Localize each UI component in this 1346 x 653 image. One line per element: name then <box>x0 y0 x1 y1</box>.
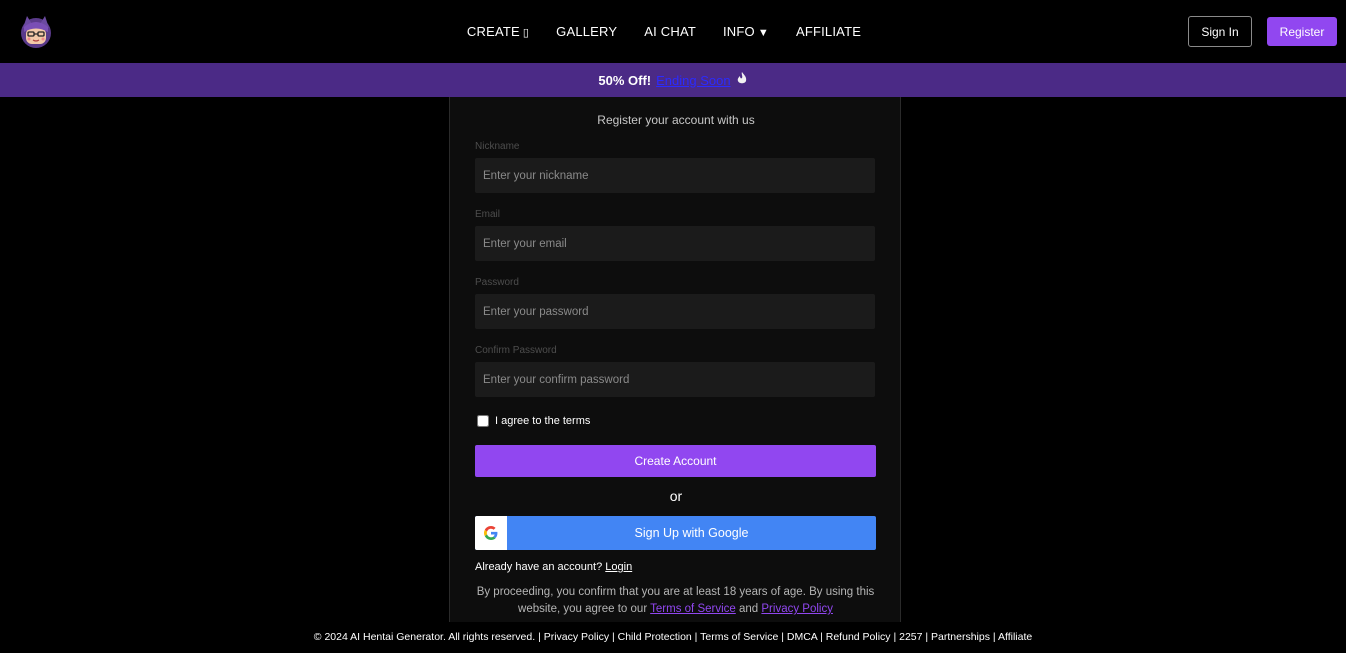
nickname-label: Nickname <box>475 141 520 152</box>
nav-info[interactable]: INFO ▼ <box>723 24 769 39</box>
site-logo-icon[interactable] <box>17 12 55 50</box>
nav-create[interactable]: CREATE ▯ <box>467 24 529 39</box>
register-subtitle: Register your account with us <box>597 113 755 127</box>
disclaimer-and: and <box>739 603 759 615</box>
privacy-policy-link[interactable]: Privacy Policy <box>761 603 833 615</box>
nav-ai-chat[interactable]: AI CHAT <box>644 24 696 39</box>
password-input[interactable] <box>475 294 875 329</box>
age-disclaimer: By proceeding, you confirm that you are … <box>475 584 876 618</box>
terms-row: I agree to the terms <box>477 415 590 427</box>
login-link[interactable]: Login <box>605 561 632 573</box>
fire-icon <box>736 72 748 88</box>
google-logo-icon <box>475 516 507 550</box>
site-footer: © 2024 AI Hentai Generator. All rights r… <box>313 631 1033 643</box>
google-signup-button[interactable]: Sign Up with Google <box>475 516 876 550</box>
email-label: Email <box>475 209 501 220</box>
login-row: Already have an account? Login <box>475 561 632 573</box>
nickname-input[interactable] <box>475 158 875 193</box>
confirm-password-input[interactable] <box>475 362 875 397</box>
promo-banner: 50% Off! Ending Soon <box>0 63 1346 97</box>
sign-in-button[interactable]: Sign In <box>1188 16 1252 47</box>
confirm-password-label: Confirm Password <box>475 345 557 356</box>
google-signup-label: Sign Up with Google <box>634 526 749 540</box>
nav-affiliate[interactable]: AFFILIATE <box>796 24 861 39</box>
promo-ending-soon-link[interactable]: Ending Soon <box>656 73 730 88</box>
register-card: Register your account with us Nickname E… <box>449 97 901 622</box>
nav-gallery[interactable]: GALLERY <box>556 24 617 39</box>
or-divider: or <box>669 488 683 504</box>
main-nav: CREATE ▯ GALLERY AI CHAT INFO ▼ AFFILIATE <box>0 0 1346 63</box>
top-navigation-bar: CREATE ▯ GALLERY AI CHAT INFO ▼ AFFILIATE … <box>0 0 1346 63</box>
password-label: Password <box>475 277 519 288</box>
create-account-button[interactable]: Create Account <box>475 445 876 477</box>
terms-of-service-link[interactable]: Terms of Service <box>650 603 736 615</box>
terms-checkbox[interactable] <box>477 415 489 427</box>
email-input[interactable] <box>475 226 875 261</box>
register-button[interactable]: Register <box>1267 17 1337 46</box>
terms-label: I agree to the terms <box>495 415 591 427</box>
promo-offer-text: 50% Off! <box>598 72 652 88</box>
caret-down-icon: ▼ <box>757 27 769 39</box>
login-prompt: Already have an account? <box>475 561 603 573</box>
create-menu-icon: ▯ <box>522 27 530 39</box>
